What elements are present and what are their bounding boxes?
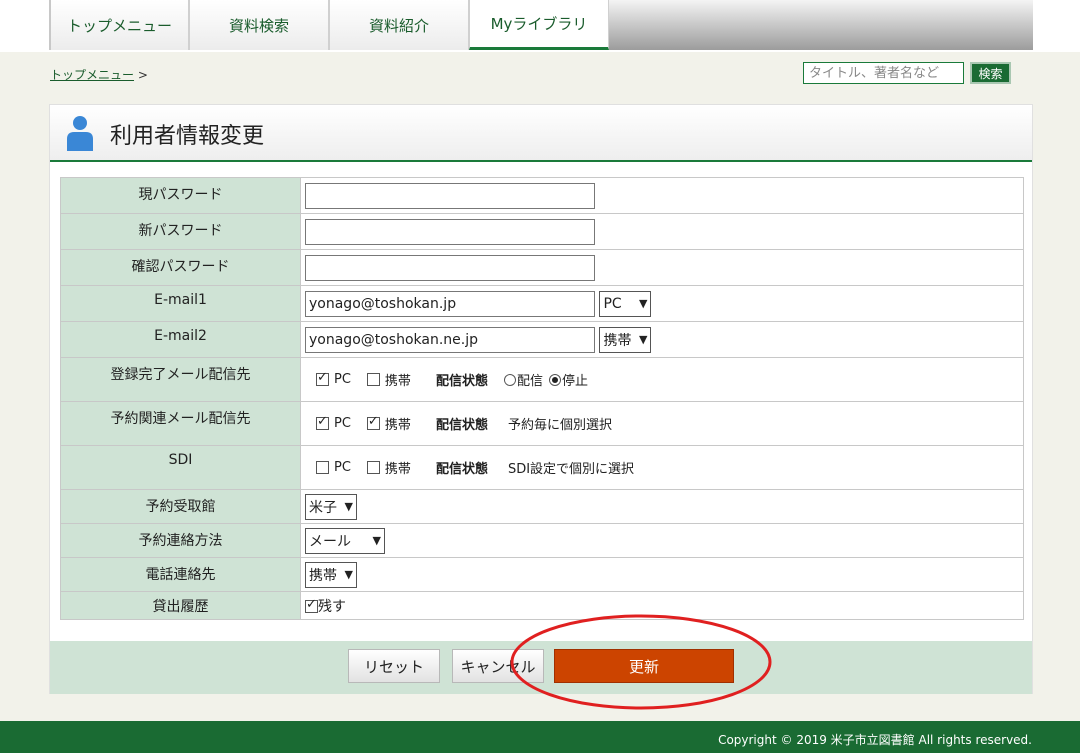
reservation-mail-status-text: 予約毎に個別選択 (507, 418, 612, 433)
chevron-down-icon: ▼ (638, 333, 648, 346)
loan-history-checkbox[interactable] (305, 597, 318, 613)
main-panel: 利用者情報変更 現パスワード 新パスワード 確認パスワード E-mail1 PC… (49, 104, 1033, 694)
new-password-label: 新パスワード (60, 213, 301, 250)
reservation-mail-options: PC 携帯 配信状態 予約毎に個別選択 (305, 414, 1019, 433)
new-password-field[interactable] (305, 218, 595, 245)
form-row-pickup-library: 予約受取館 米子 ▼ (60, 489, 1024, 524)
form-row-new-password: 新パスワード (60, 213, 1024, 250)
form-row-confirm-password: 確認パスワード (60, 249, 1024, 286)
registration-mail-mobile-label: 携帯 (384, 374, 411, 389)
chevron-down-icon: ▼ (372, 534, 381, 547)
sdi-status-label: 配信状態 (435, 462, 488, 477)
sdi-pc-checkbox[interactable] (316, 461, 329, 474)
phone-contact-select[interactable]: 携帯 ▼ (305, 561, 357, 588)
update-button[interactable]: 更新 (554, 649, 734, 683)
sdi-options: PC 携帯 配信状態 SDI設定で個別に選択 (305, 458, 1019, 477)
email1-type-value: PC (603, 295, 622, 312)
registration-mail-label: 登録完了メール配信先 (60, 357, 301, 402)
email2-field[interactable] (305, 326, 595, 353)
email2-type-select[interactable]: 携帯 ▼ (599, 326, 652, 353)
form-row-sdi: SDI PC 携帯 配信状態 SDI設定で個別に選択 (60, 445, 1024, 490)
reservation-mail-pc-checkbox[interactable] (316, 414, 329, 430)
phone-contact-label: 電話連絡先 (60, 557, 301, 592)
current-password-label: 現パスワード (60, 177, 301, 214)
sdi-mobile-checkbox[interactable] (366, 461, 380, 474)
page-title: 利用者情報変更 (110, 124, 265, 149)
form-row-loan-history: 貸出履歴 残す (60, 591, 1024, 620)
contact-method-value: メール (309, 533, 351, 550)
top-navigation: トップメニュー 資料検索 資料紹介 Myライブラリ (0, 0, 1080, 52)
button-bar: リセット キャンセル 更新 (50, 641, 1032, 694)
chevron-down-icon: ▼ (344, 500, 353, 513)
main-tabs: トップメニュー 資料検索 資料紹介 Myライブラリ (49, 0, 1033, 50)
current-password-field[interactable] (305, 182, 595, 209)
phone-contact-value: 携帯 (309, 567, 337, 584)
search-button[interactable]: 検索 (970, 62, 1011, 84)
email2-type-value: 携帯 (603, 332, 632, 349)
pickup-library-value: 米子 (309, 499, 337, 516)
panel-header: 利用者情報変更 (50, 105, 1032, 162)
reservation-mail-mobile-label: 携帯 (384, 418, 411, 433)
tab-material-search[interactable]: 資料検索 (189, 0, 329, 50)
breadcrumb: トップメニュー > (50, 66, 148, 83)
tab-my-library[interactable]: Myライブラリ (469, 0, 609, 50)
reservation-mail-label: 予約関連メール配信先 (60, 401, 301, 446)
form-row-registration-mail: 登録完了メール配信先 PC 携帯 配信状態 配信 停止 (60, 357, 1024, 402)
registration-mail-stop-radio[interactable] (548, 373, 561, 386)
contact-method-label: 予約連絡方法 (60, 523, 301, 558)
sdi-pc-label: PC (334, 460, 351, 475)
registration-mail-pc-checkbox[interactable] (316, 370, 329, 386)
breadcrumb-separator: > (137, 68, 148, 82)
contact-method-select[interactable]: メール ▼ (305, 527, 385, 554)
loan-history-checkbox-label: 残す (318, 598, 346, 615)
search-input[interactable] (803, 62, 964, 84)
tab-top-menu[interactable]: トップメニュー (49, 0, 189, 50)
tab-bar-filler (609, 0, 1033, 50)
chevron-down-icon: ▼ (344, 568, 353, 581)
breadcrumb-top-menu-link[interactable]: トップメニュー (50, 68, 134, 82)
email1-type-select[interactable]: PC ▼ (599, 290, 652, 317)
registration-mail-stop-label: 停止 (561, 374, 588, 389)
sdi-label: SDI (60, 445, 301, 490)
pickup-library-select[interactable]: 米子 ▼ (305, 493, 357, 520)
form-row-current-password: 現パスワード (60, 177, 1024, 214)
form-row-reservation-mail: 予約関連メール配信先 PC 携帯 配信状態 予約毎に個別選択 (60, 401, 1024, 446)
cancel-button[interactable]: キャンセル (452, 649, 544, 683)
form-row-contact-method: 予約連絡方法 メール ▼ (60, 523, 1024, 558)
footer: Copyright © 2019 米子市立図書館 All rights rese… (0, 721, 1080, 753)
registration-mail-deliver-label: 配信 (516, 374, 543, 389)
sdi-status-text: SDI設定で個別に選択 (507, 462, 635, 477)
reset-button[interactable]: リセット (348, 649, 440, 683)
loan-history-label: 貸出履歴 (60, 591, 301, 620)
user-icon (67, 116, 93, 151)
reservation-mail-pc-label: PC (334, 416, 351, 431)
sdi-mobile-label: 携帯 (384, 462, 411, 477)
registration-mail-deliver-radio[interactable] (503, 373, 516, 386)
registration-mail-pc-label: PC (334, 372, 351, 387)
form-row-email1: E-mail1 PC ▼ (60, 285, 1024, 322)
form-row-phone-contact: 電話連絡先 携帯 ▼ (60, 557, 1024, 592)
reservation-mail-status-label: 配信状態 (435, 418, 488, 433)
reservation-mail-mobile-checkbox[interactable] (366, 414, 380, 430)
user-info-form: 現パスワード 新パスワード 確認パスワード E-mail1 PC ▼ E-mai… (60, 177, 1024, 620)
pickup-library-label: 予約受取館 (60, 489, 301, 524)
tab-material-intro[interactable]: 資料紹介 (329, 0, 469, 50)
registration-mail-mobile-checkbox[interactable] (366, 373, 380, 386)
email2-label: E-mail2 (60, 321, 301, 358)
confirm-password-field[interactable] (305, 254, 595, 281)
registration-mail-status-label: 配信状態 (435, 374, 488, 389)
copyright-text: Copyright © 2019 米子市立図書館 All rights rese… (718, 733, 1032, 747)
chevron-down-icon: ▼ (638, 297, 648, 310)
email1-field[interactable] (305, 290, 595, 317)
registration-mail-options: PC 携帯 配信状態 配信 停止 (305, 370, 1019, 389)
confirm-password-label: 確認パスワード (60, 249, 301, 286)
form-row-email2: E-mail2 携帯 ▼ (60, 321, 1024, 358)
email1-label: E-mail1 (60, 285, 301, 322)
